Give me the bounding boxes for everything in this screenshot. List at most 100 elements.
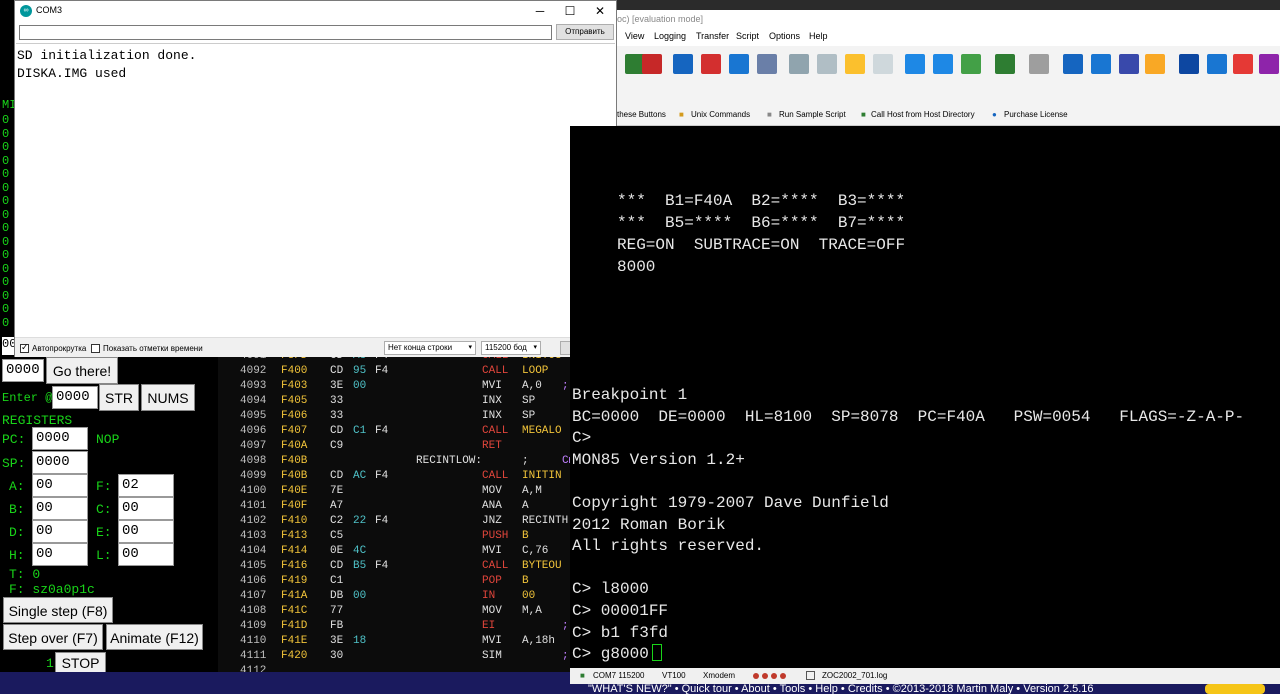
c-label: C: (96, 502, 112, 517)
log-checkbox[interactable] (806, 671, 815, 680)
memory-row-prefix: 0 (2, 180, 10, 195)
output-line: DISKA.IMG used (17, 66, 127, 81)
new-session-icon[interactable] (729, 54, 749, 74)
animate-button[interactable]: Animate (F12) (106, 624, 203, 650)
edit-icon[interactable] (845, 54, 865, 74)
c-register-input[interactable]: 00 (118, 497, 174, 520)
close-button[interactable]: ✕ (585, 2, 615, 20)
timestamps-label: Показать отметки времени (103, 344, 203, 353)
b-register-input[interactable]: 00 (32, 497, 88, 520)
send-text-input[interactable] (19, 25, 552, 40)
disasm-byte: 00 (353, 380, 367, 392)
f-register-input[interactable]: 02 (118, 474, 174, 497)
footer-links[interactable]: "WHAT'S NEW?" • Quick tour • About • Too… (570, 684, 1094, 694)
abc-transfer-icon[interactable] (961, 54, 981, 74)
disasm-byte: C1 (353, 425, 367, 437)
disasm-byte: 3E (330, 380, 344, 392)
log-icon[interactable] (873, 54, 893, 74)
terminal-line: C> (572, 429, 592, 448)
sp-label: SP: (2, 456, 26, 471)
maximize-button[interactable]: ☐ (555, 2, 585, 20)
disasm-row: 4092 F400 CD 95 F4 CALL LOOP (218, 364, 570, 379)
fav-call-host[interactable]: Call Host from Host Directory (871, 110, 975, 119)
disconnect-icon[interactable] (642, 54, 662, 74)
disasm-byte: 00 (353, 590, 367, 602)
line-ending-select[interactable]: Нет конца строки ▾ (384, 341, 476, 355)
stop-script-icon[interactable] (1029, 54, 1049, 74)
session-settings-icon[interactable] (757, 54, 777, 74)
terminal-screen[interactable]: *** B1=F40A B2=**** B3=**** *** B5=**** B… (570, 126, 1280, 668)
disasm-operand: A,M (522, 485, 542, 497)
menu-help[interactable]: Help (809, 31, 828, 41)
e-register-input[interactable]: 00 (118, 520, 174, 543)
send-button[interactable]: Отправить (556, 24, 614, 40)
autoscroll-checkbox[interactable] (20, 342, 29, 353)
fav-these-buttons[interactable]: these Buttons (617, 110, 666, 119)
donate-button[interactable] (1205, 684, 1265, 694)
sp-register-input[interactable]: 0000 (32, 451, 88, 474)
fav-unix-commands[interactable]: Unix Commands (691, 110, 750, 119)
license-icon: ● (992, 110, 997, 119)
stop-button[interactable]: STOP (55, 652, 106, 674)
disasm-address: F40F (281, 500, 308, 512)
window-title-bar: ∞ COM3 ─ ☐ ✕ (15, 1, 616, 21)
enter-address-input[interactable]: 0000 (52, 386, 98, 409)
menu-logging[interactable]: Logging (654, 31, 686, 41)
fav-run-sample-script[interactable]: Run Sample Script (779, 110, 846, 119)
minimize-button[interactable]: ─ (525, 2, 555, 20)
options-icon[interactable] (1259, 54, 1279, 74)
disasm-byte: F4 (375, 470, 389, 482)
paste-icon[interactable] (817, 54, 837, 74)
disasm-row: 4099 F40B CD AC F4 CALL INITIN (218, 469, 570, 484)
font-icon[interactable] (1207, 54, 1227, 74)
terminal-icon[interactable] (1091, 54, 1111, 74)
zoc-status-bar: ■ COM7 115200 VT100 Xmodem ZOC2002_701.l… (570, 668, 1280, 684)
baud-select[interactable]: 115200 бод ▾ (481, 341, 541, 355)
serial-monitor-footer: Автопрокрутка Показать отметки времени Н… (15, 337, 616, 364)
disasm-mnemonic: CALL (482, 425, 509, 437)
disasm-row: 4106 F419 C1 POP B (218, 574, 570, 589)
copy-icon[interactable] (789, 54, 809, 74)
save-icon[interactable] (1179, 54, 1199, 74)
upload-icon[interactable] (933, 54, 953, 74)
nums-button[interactable]: NUMS (141, 384, 195, 411)
zoc-toolbar (617, 46, 1280, 104)
session-icon[interactable] (673, 54, 693, 74)
pc-register-input[interactable]: 0000 (32, 427, 88, 450)
enter-label: Enter @ (2, 391, 53, 405)
goto-address-input[interactable]: 0000 (2, 359, 44, 382)
disasm-address: F413 (281, 530, 308, 542)
zoc-favorites-bar: these Buttons ■ Unix Commands ■ Run Samp… (617, 104, 1280, 126)
timestamps-checkbox[interactable] (91, 344, 100, 353)
fav-purchase-license[interactable]: Purchase License (1004, 110, 1068, 119)
disasm-byte: AC (353, 470, 367, 482)
serial-output-area[interactable]: SD initialization done. DISKA.IMG used (16, 43, 615, 335)
network-icon[interactable] (1119, 54, 1139, 74)
disasm-operand: RECINTH (522, 515, 569, 527)
l-register-input[interactable]: 00 (118, 543, 174, 566)
step-over-button[interactable]: Step over (F7) (3, 624, 103, 650)
menu-options[interactable]: Options (769, 31, 800, 41)
d-register-input[interactable]: 00 (32, 520, 88, 543)
disasm-byte: B5 (353, 560, 367, 572)
download-icon[interactable] (905, 54, 925, 74)
host-icon[interactable] (1063, 54, 1083, 74)
str-button[interactable]: STR (99, 384, 139, 411)
line-ending-value: Нет конца строки (388, 343, 453, 352)
run-script-icon[interactable] (995, 54, 1015, 74)
disasm-label: RECINTLOW: (416, 455, 483, 467)
disasm-mnemonic: MOV (482, 605, 502, 617)
go-there-button[interactable]: Go there! (46, 357, 118, 384)
menu-view[interactable]: View (625, 31, 644, 41)
menu-script[interactable]: Script (736, 31, 759, 41)
a-register-input[interactable]: 00 (32, 474, 88, 497)
disasm-line-number: 4102 (240, 515, 267, 527)
disasm-byte: FB (330, 620, 344, 632)
close-session-icon[interactable] (701, 54, 721, 74)
menu-transfer[interactable]: Transfer (696, 31, 729, 41)
chart-icon[interactable] (1233, 54, 1253, 74)
folder-icon[interactable] (1145, 54, 1165, 74)
disasm-row: 4098 F40B RECINTLOW:; Сюда (218, 454, 570, 469)
h-register-input[interactable]: 00 (32, 543, 88, 566)
single-step-button[interactable]: Single step (F8) (3, 597, 113, 623)
